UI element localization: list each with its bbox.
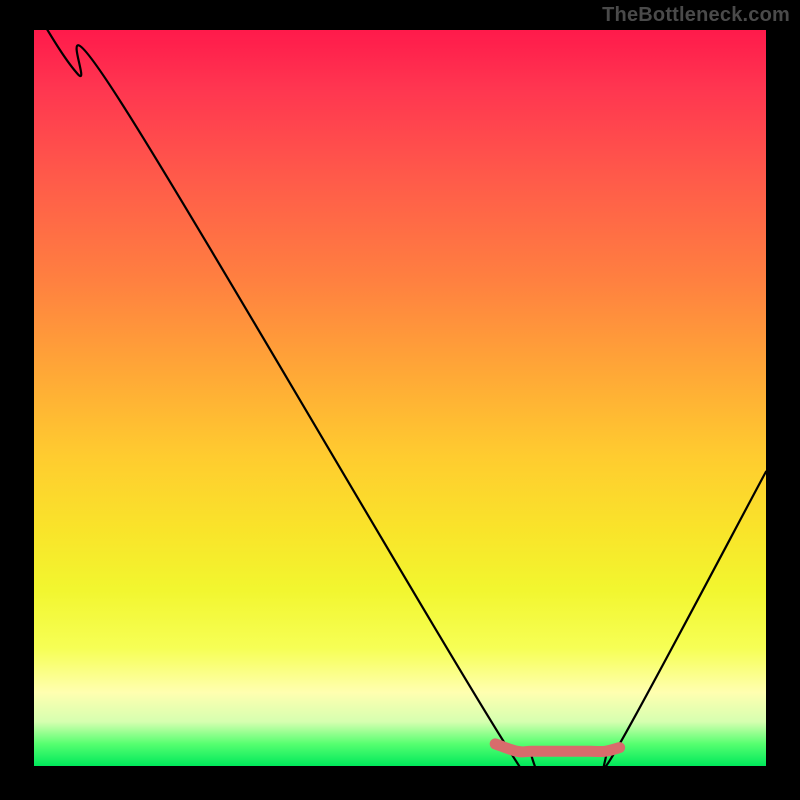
bottleneck-curve <box>34 30 766 766</box>
highlight-segment <box>495 744 619 752</box>
curve-layer <box>34 30 766 766</box>
chart-frame: TheBottleneck.com <box>0 0 800 800</box>
watermark-text: TheBottleneck.com <box>602 4 790 27</box>
plot-area <box>34 30 766 766</box>
